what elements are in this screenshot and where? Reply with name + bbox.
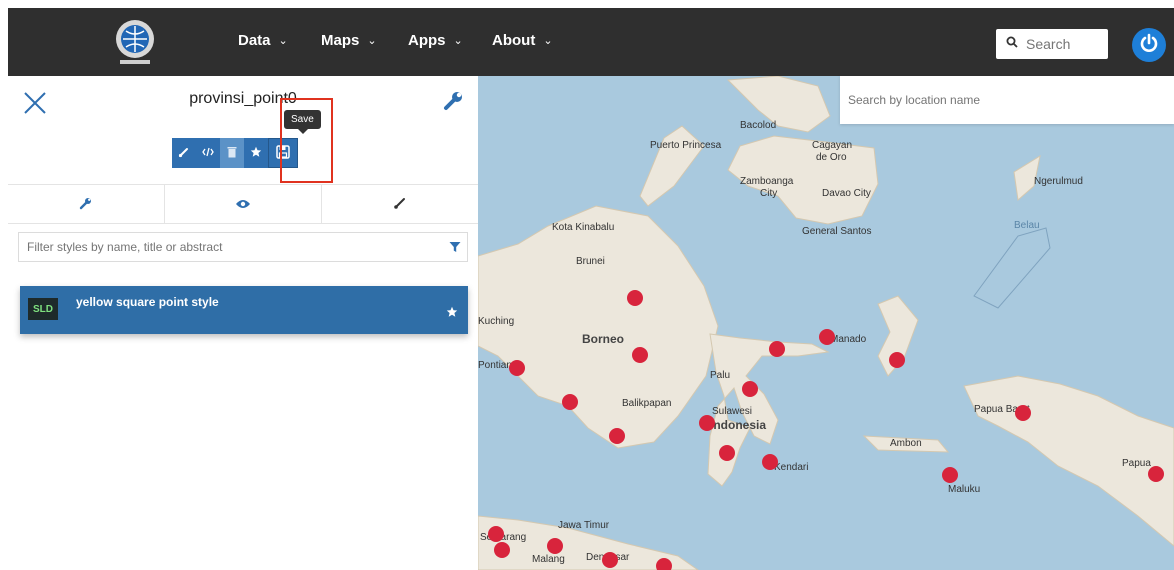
map-canvas[interactable]: Bacolod Puerto Princesa Cagayan de Oro Z… xyxy=(478,76,1174,570)
map-label: Kuching xyxy=(478,316,515,327)
wrench-icon[interactable] xyxy=(440,88,466,114)
nav-about-label: About xyxy=(492,32,536,49)
global-search xyxy=(996,29,1108,59)
top-navbar: Data ⌄ Maps ⌄ Apps ⌄ About ⌄ xyxy=(8,8,1174,76)
map-label: Cagayan xyxy=(812,140,853,151)
edit-style-button[interactable] xyxy=(172,138,196,168)
nav-maps-label: Maps xyxy=(321,32,360,49)
brush-icon xyxy=(178,146,190,161)
map-point-marker[interactable] xyxy=(602,552,618,568)
map-label: Belau xyxy=(1014,220,1040,231)
map-point-marker[interactable] xyxy=(1015,405,1031,421)
map-point-marker[interactable] xyxy=(632,347,648,363)
panel-tabs xyxy=(8,184,478,224)
map-label: Jawa Timur xyxy=(558,520,610,531)
map-point-marker[interactable] xyxy=(1148,466,1164,482)
map-label: City xyxy=(760,188,778,199)
map-point-marker[interactable] xyxy=(488,526,504,542)
tab-settings[interactable] xyxy=(8,185,164,223)
power-button[interactable] xyxy=(1132,28,1166,62)
map-point-marker[interactable] xyxy=(889,352,905,368)
filter-input[interactable] xyxy=(27,240,443,254)
map-point-marker[interactable] xyxy=(656,558,672,570)
star-icon xyxy=(250,146,262,161)
brush-icon xyxy=(393,196,407,213)
map-label: Sulawesi xyxy=(712,406,753,417)
map-label: Bacolod xyxy=(740,120,777,131)
filter-icon[interactable] xyxy=(443,241,467,253)
style-filter xyxy=(18,232,468,262)
style-list-item[interactable]: SLD yellow square point style xyxy=(20,286,468,334)
map-label: Ambon xyxy=(890,438,922,449)
map-label: Puerto Princesa xyxy=(650,140,722,151)
code-icon xyxy=(202,146,214,160)
eye-icon xyxy=(235,196,251,212)
map-label: Indonesia xyxy=(710,418,767,432)
nav-data-label: Data xyxy=(238,32,271,49)
map-point-marker[interactable] xyxy=(509,360,525,376)
search-icon xyxy=(1006,35,1018,53)
map-label: Malang xyxy=(532,554,565,565)
nav-maps[interactable]: Maps ⌄ xyxy=(321,32,377,49)
map-point-marker[interactable] xyxy=(762,454,778,470)
power-icon xyxy=(1139,33,1159,58)
nav-apps[interactable]: Apps ⌄ xyxy=(408,32,463,49)
map-label: Zamboanga xyxy=(740,176,794,187)
set-default-button[interactable] xyxy=(244,138,268,168)
map-label: General Santos xyxy=(802,226,872,237)
chevron-down-icon: ⌄ xyxy=(543,35,553,47)
style-editor-panel: provinsi_point0 Save Filter styles by na… xyxy=(8,76,478,570)
wrench-icon xyxy=(79,196,93,213)
map-point-marker[interactable] xyxy=(562,394,578,410)
map-point-marker[interactable] xyxy=(627,290,643,306)
location-search-input[interactable] xyxy=(848,93,1148,107)
map-label: Brunei xyxy=(576,256,605,267)
map-point-marker[interactable] xyxy=(547,538,563,554)
map-point-marker[interactable] xyxy=(819,329,835,345)
map-label: Papua xyxy=(1122,458,1151,469)
nav-data[interactable]: Data ⌄ xyxy=(238,32,288,49)
map-label: de Oro xyxy=(816,152,847,163)
map-point-marker[interactable] xyxy=(769,341,785,357)
save-highlight-box xyxy=(280,98,333,183)
location-search xyxy=(840,76,1174,124)
sld-badge: SLD xyxy=(28,298,58,320)
map-label: Davao City xyxy=(822,188,871,199)
tab-style-editor[interactable] xyxy=(321,185,478,223)
layer-title: provinsi_point0 xyxy=(189,90,297,107)
map-point-marker[interactable] xyxy=(942,467,958,483)
style-name: yellow square point style xyxy=(76,295,219,309)
nav-apps-label: Apps xyxy=(408,32,446,49)
map-label: Balikpapan xyxy=(622,398,672,409)
map-label: Kendari xyxy=(774,462,809,473)
app-root: Data ⌄ Maps ⌄ Apps ⌄ About ⌄ Search prov… xyxy=(0,0,1174,570)
map-point-marker[interactable] xyxy=(494,542,510,558)
tab-preview[interactable] xyxy=(164,185,321,223)
logo[interactable] xyxy=(108,13,162,69)
map-label: Ngerulmud xyxy=(1034,176,1083,187)
code-button[interactable] xyxy=(196,138,220,168)
delete-button[interactable] xyxy=(220,138,244,168)
map-point-marker[interactable] xyxy=(609,428,625,444)
search-input[interactable] xyxy=(1026,36,1096,52)
chevron-down-icon: ⌄ xyxy=(278,35,288,47)
chevron-down-icon: ⌄ xyxy=(367,35,377,47)
map-point-marker[interactable] xyxy=(699,415,715,431)
nav-about[interactable]: About ⌄ xyxy=(492,32,553,49)
chevron-down-icon: ⌄ xyxy=(453,35,463,47)
map-label: Manado xyxy=(830,334,867,345)
star-icon[interactable] xyxy=(446,306,458,321)
map-label: Kota Kinabalu xyxy=(552,222,615,233)
map-point-marker[interactable] xyxy=(742,381,758,397)
map-label: Borneo xyxy=(582,332,624,346)
trash-icon xyxy=(227,146,237,161)
map-point-marker[interactable] xyxy=(719,445,735,461)
map-label: Maluku xyxy=(948,484,981,495)
map-label: Palu xyxy=(710,370,731,381)
